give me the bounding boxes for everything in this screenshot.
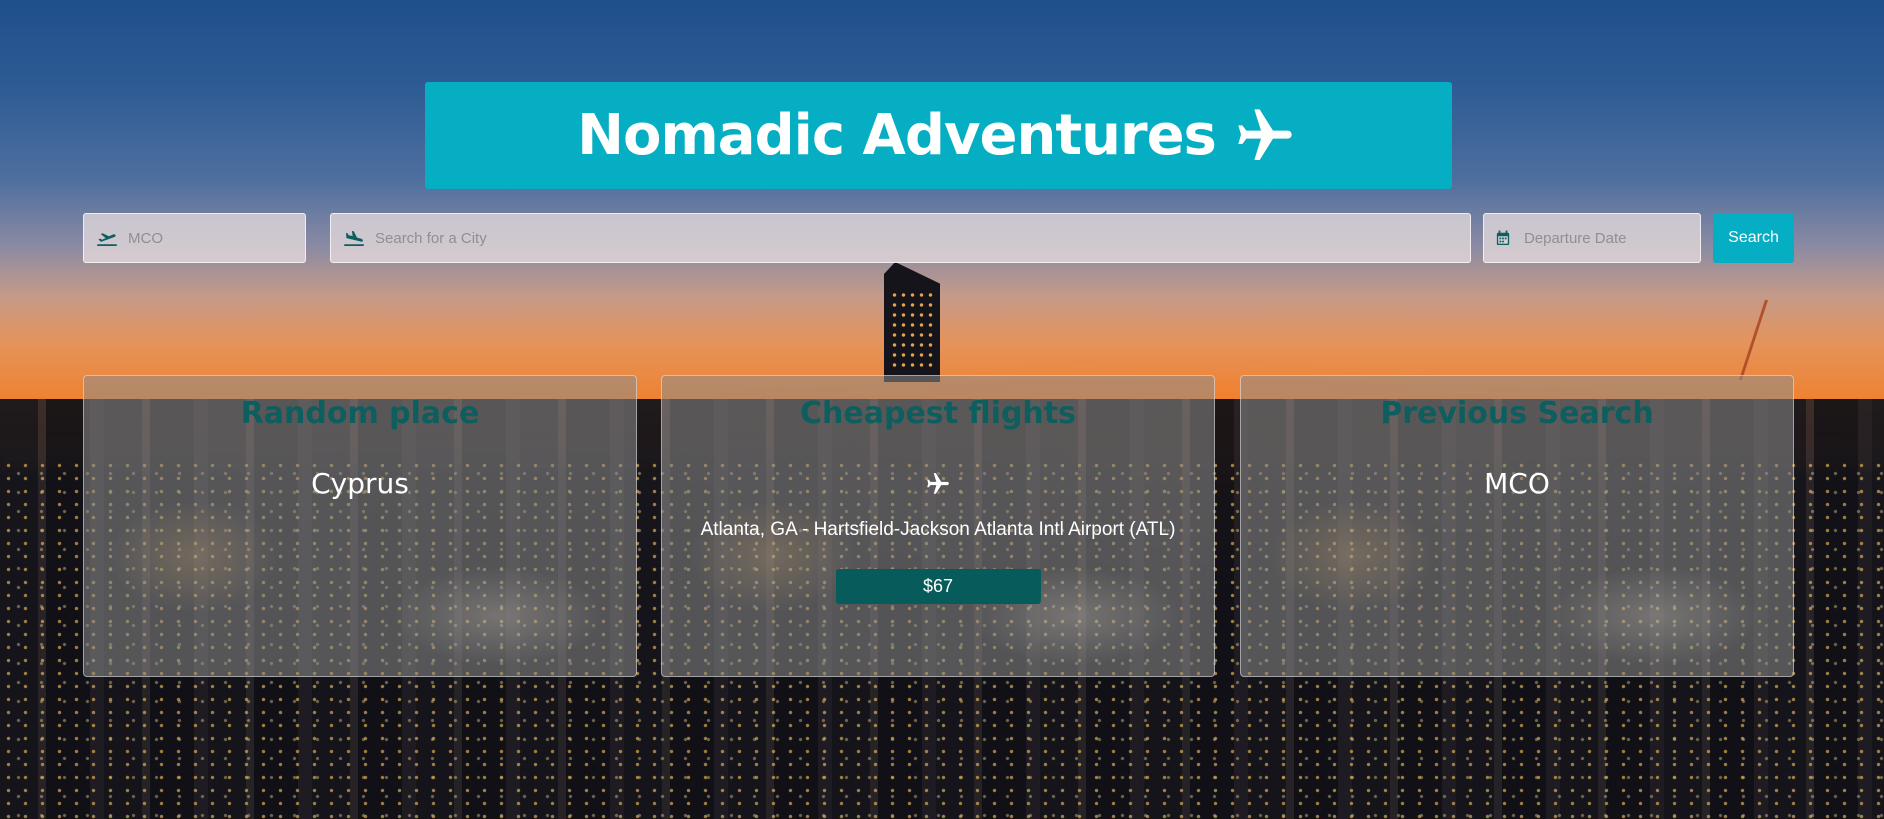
card-title: Cheapest flights (800, 396, 1076, 431)
previous-search-value[interactable]: MCO (1241, 467, 1793, 500)
origin-input[interactable] (128, 214, 305, 262)
city-search-input[interactable] (375, 214, 1470, 262)
tower-lights (890, 290, 934, 370)
price-badge[interactable]: $67 (835, 569, 1041, 604)
crane-silhouette (1739, 300, 1805, 380)
calendar-icon (1496, 229, 1514, 247)
header-banner: Nomadic Adventures (425, 82, 1452, 189)
airplane-icon (662, 471, 1214, 497)
plane-arrival-icon (343, 229, 365, 247)
cheapest-airport: Atlanta, GA - Hartsfield-Jackson Atlanta… (700, 519, 1176, 540)
previous-search-card: Previous Search MCO (1240, 375, 1794, 677)
origin-field[interactable] (83, 213, 306, 263)
city-field[interactable] (330, 213, 1471, 263)
random-place-value[interactable]: Cyprus (84, 467, 636, 500)
random-place-card: Random place Cyprus (83, 375, 637, 677)
card-title: Random place (240, 396, 480, 431)
page-title: Nomadic Adventures (577, 103, 1217, 168)
date-field[interactable] (1483, 213, 1701, 263)
card-title: Previous Search (1380, 396, 1654, 431)
departure-date-input[interactable] (1523, 214, 1700, 262)
search-button[interactable]: Search (1713, 213, 1794, 263)
airplane-icon (1230, 104, 1300, 168)
cheapest-flights-card: Cheapest flights Atlanta, GA - Hartsfiel… (661, 375, 1215, 677)
plane-departure-icon (96, 229, 118, 247)
